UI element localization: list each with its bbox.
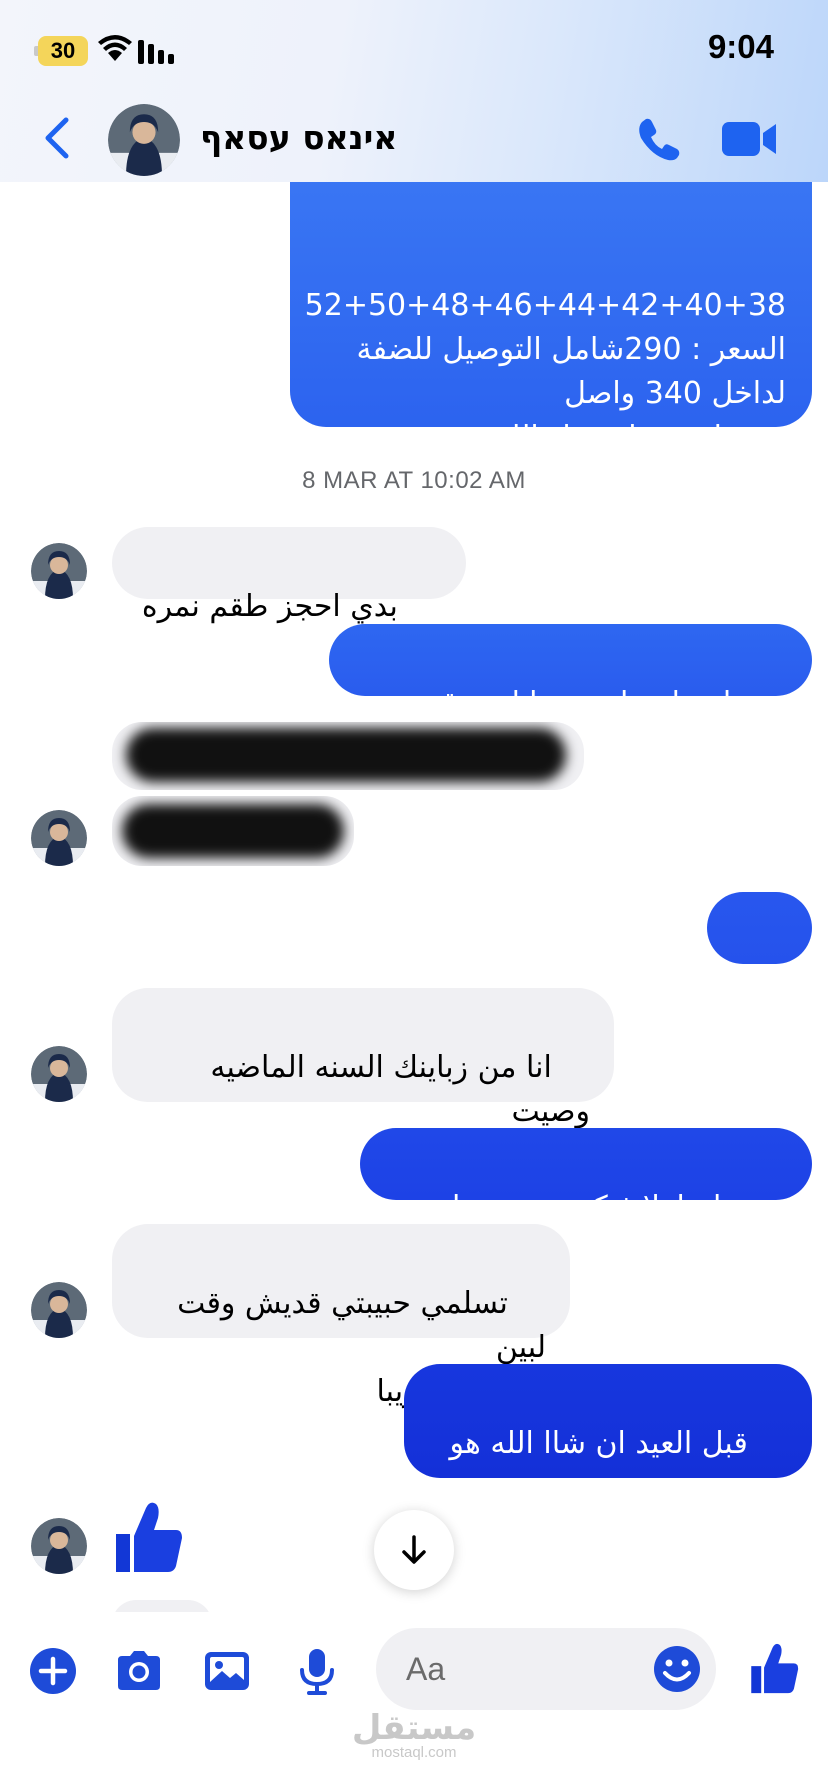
avatar: [31, 810, 87, 866]
avatar: [31, 1282, 87, 1338]
redacted-message[interactable]: [112, 722, 584, 790]
thumbs-up-icon[interactable]: [112, 1500, 184, 1576]
watermark-arabic: مستقل: [351, 1708, 477, 1748]
message-outgoing[interactable]: تمام: [707, 892, 812, 1033]
arrow-down-icon: [402, 1535, 426, 1564]
message-outgoing[interactable]: 52+50+48+46+44+42+40+38 السعر : 290شامل …: [290, 150, 812, 499]
message-incoming[interactable]: بدي احجز طقم نمره ٤٤: [112, 527, 466, 668]
avatar: [31, 543, 87, 599]
back-chevron-icon[interactable]: [38, 116, 78, 160]
message-input-container[interactable]: [376, 1628, 716, 1710]
watermark: مستقل mostaql.com: [0, 1708, 828, 1761]
timestamp: 8 MAR AT 10:02 AM: [302, 467, 526, 494]
message-incoming[interactable]: تسلمي حبيبتي قديش وقت لبين يوصلني تقريبا: [112, 1224, 570, 1409]
contact-avatar[interactable]: [108, 104, 180, 176]
message-input[interactable]: [406, 1646, 626, 1692]
conversation-header: אינאס עסאף: [0, 100, 828, 182]
battery-indicator: 30: [34, 36, 88, 66]
thumbs-up-icon[interactable]: [748, 1642, 800, 1696]
camera-icon[interactable]: [114, 1646, 164, 1696]
image-icon[interactable]: [202, 1646, 252, 1696]
plus-icon[interactable]: [28, 1646, 78, 1696]
scroll-to-bottom-button[interactable]: [374, 1510, 454, 1590]
emoji-icon[interactable]: [652, 1644, 702, 1694]
message-outgoing[interactable]: قبل العيد ان شاا الله هو بدو اسبوع بوصل: [404, 1364, 812, 1549]
avatar: [31, 1518, 87, 1574]
contact-name[interactable]: אינאס עסאף: [200, 118, 397, 157]
redacted-message[interactable]: [112, 796, 354, 866]
status-bar: 30 9:04: [0, 0, 828, 100]
watermark-latin: mostaql.com: [371, 1744, 457, 1761]
microphone-icon[interactable]: [292, 1646, 342, 1696]
phone-icon[interactable]: [636, 116, 682, 162]
avatar: [31, 1046, 87, 1102]
signal-icon: [138, 40, 174, 64]
message-text: قبل العيد ان شاا الله هو بدو اسبوع بوصل: [449, 1426, 787, 1549]
message-text: تمام: [734, 998, 788, 1033]
status-time: 9:04: [707, 28, 774, 65]
video-camera-icon[interactable]: [722, 120, 778, 158]
message-incoming[interactable]: انا من زباينك السنه الماضيه وصيت عندك كث…: [112, 988, 614, 1173]
message-outgoing[interactable]: هاتي اسمك وعنوانك ورقم جوالك: [329, 624, 812, 765]
message-composer: مستقل mostaql.com: [0, 1612, 828, 1792]
message-outgoing[interactable]: تمام اهلا فيكي حبيبتي باي وقت: [360, 1128, 812, 1269]
wifi-icon: [98, 35, 132, 61]
